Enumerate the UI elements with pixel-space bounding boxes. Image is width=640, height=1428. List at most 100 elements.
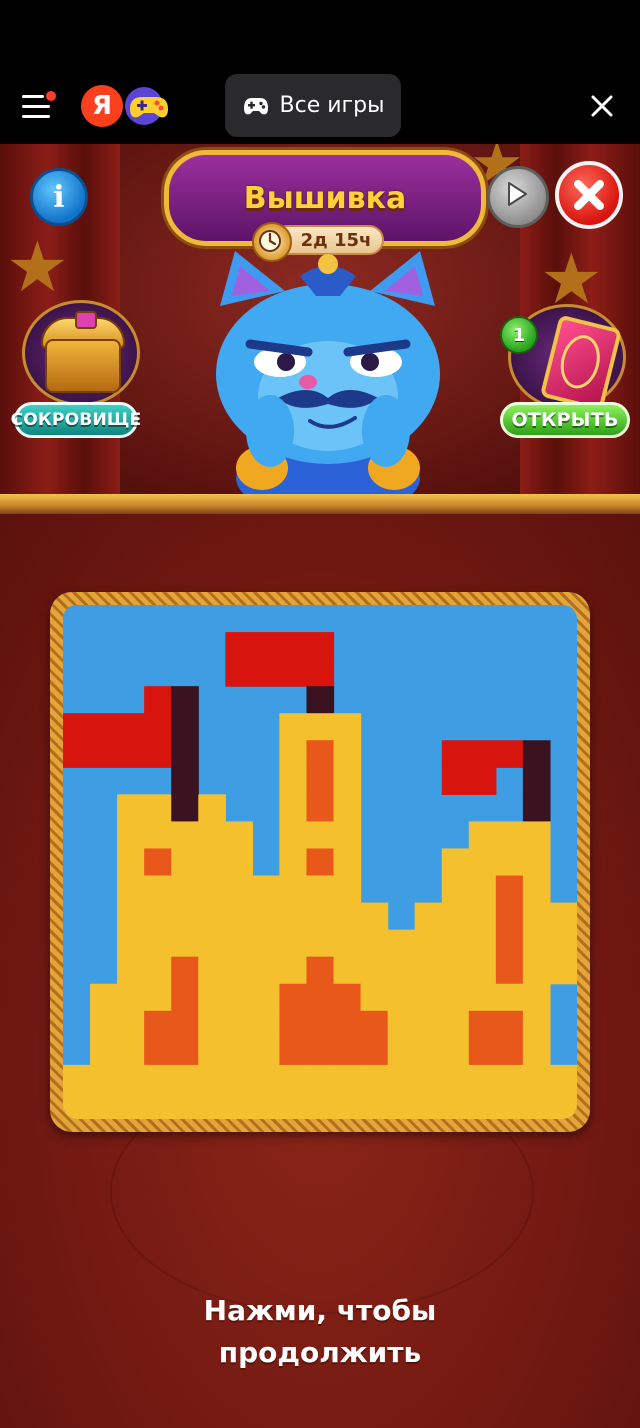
flag-cell [63, 740, 91, 768]
sand-cell [225, 929, 253, 958]
sand-cell [198, 1091, 226, 1119]
sand-cell [360, 956, 389, 985]
window-cell [495, 1037, 524, 1066]
sand-cell [549, 956, 577, 985]
treasure-button[interactable]: СОКРОВИЩЕ [11, 300, 141, 440]
sand-cell [333, 929, 362, 958]
gamepad-icon [243, 97, 268, 114]
sand-cell [279, 1064, 308, 1093]
sand-cell [171, 929, 199, 958]
sand-cell [117, 1091, 145, 1119]
sand-cell [279, 794, 308, 823]
sand-cell [198, 1010, 226, 1039]
sand-cell [225, 1091, 253, 1119]
sand-cell [387, 956, 416, 985]
sand-cell [387, 1091, 416, 1119]
play-button[interactable] [487, 166, 549, 228]
sand-cell [522, 1037, 551, 1066]
sand-cell [468, 848, 497, 877]
sand-cell [117, 821, 145, 850]
sand-cell [414, 983, 443, 1012]
sand-cell [468, 956, 497, 985]
sand-cell [522, 1064, 551, 1093]
sand-cell [144, 983, 172, 1012]
flag-cell [225, 659, 253, 687]
sand-cell [90, 1037, 118, 1066]
close-game-button[interactable] [555, 161, 623, 229]
pole-cell [522, 794, 551, 823]
sand-cell [306, 821, 335, 850]
sand-cell [279, 875, 308, 904]
sand-cell [90, 1091, 118, 1119]
sand-cell [117, 1064, 145, 1093]
open-count-badge: 1 [500, 316, 538, 354]
sand-cell [549, 902, 577, 931]
sand-cell [144, 1064, 172, 1093]
puzzle-board[interactable] [63, 605, 577, 1119]
window-cell [495, 902, 524, 931]
sand-cell [360, 983, 389, 1012]
treasure-label: СОКРОВИЩЕ [11, 402, 141, 438]
sand-cell [198, 956, 226, 985]
window-cell [333, 1010, 362, 1039]
close-icon[interactable] [588, 92, 616, 120]
window-cell [333, 983, 362, 1012]
window-cell [360, 1010, 389, 1039]
window-cell [306, 983, 335, 1012]
sand-cell [306, 875, 335, 904]
tap-to-continue[interactable]: Нажми, чтобы продолжить [0, 1290, 640, 1374]
sand-cell [279, 848, 308, 877]
window-cell [306, 767, 335, 795]
info-button[interactable]: i [30, 168, 88, 226]
sand-cell [522, 956, 551, 985]
sand-cell [549, 929, 577, 958]
window-cell [279, 1010, 308, 1039]
sand-cell [171, 875, 199, 904]
sand-cell [468, 821, 497, 850]
sand-cell [360, 929, 389, 958]
flag-cell [279, 632, 308, 660]
window-cell [495, 1010, 524, 1039]
sand-cell [495, 821, 524, 850]
sand-cell [333, 821, 362, 850]
flag-cell [252, 659, 281, 687]
pole-cell [171, 686, 199, 714]
sand-cell [468, 1091, 497, 1119]
gamepad-logo-icon[interactable] [124, 85, 172, 127]
sand-cell [144, 1091, 172, 1119]
sand-cell [414, 902, 443, 931]
yandex-logo[interactable]: Я [81, 85, 123, 127]
sand-cell [198, 1037, 226, 1066]
sand-cell [117, 929, 145, 958]
sand-cell [171, 821, 199, 850]
sand-cell [441, 1091, 470, 1119]
sand-cell [441, 848, 470, 877]
sand-cell [252, 1091, 281, 1119]
sand-cell [441, 875, 470, 904]
flag-cell [117, 740, 145, 768]
sand-cell [144, 902, 172, 931]
open-pack-button[interactable]: 1 ОТКРЫТЬ [500, 300, 630, 442]
sand-cell [387, 1037, 416, 1066]
sand-cell [468, 929, 497, 958]
sand-cell [333, 713, 362, 741]
window-cell [171, 956, 199, 985]
continue-line-1: Нажми, чтобы [203, 1294, 437, 1327]
sand-cell [279, 713, 308, 741]
window-cell [144, 1037, 172, 1066]
sand-cell [117, 848, 145, 877]
sand-cell [495, 1091, 524, 1119]
browser-top-bar: Я Все игры [0, 0, 640, 144]
sand-cell [522, 983, 551, 1012]
flag-cell [495, 740, 524, 768]
window-cell [171, 1037, 199, 1066]
sand-cell [225, 848, 253, 877]
flag-cell [468, 740, 497, 768]
sand-cell [225, 1064, 253, 1093]
sand-cell [495, 1064, 524, 1093]
sand-cell [279, 740, 308, 768]
all-games-button[interactable]: Все игры [225, 74, 401, 137]
sand-cell [468, 1064, 497, 1093]
menu-icon[interactable] [22, 91, 56, 121]
window-cell [495, 929, 524, 958]
